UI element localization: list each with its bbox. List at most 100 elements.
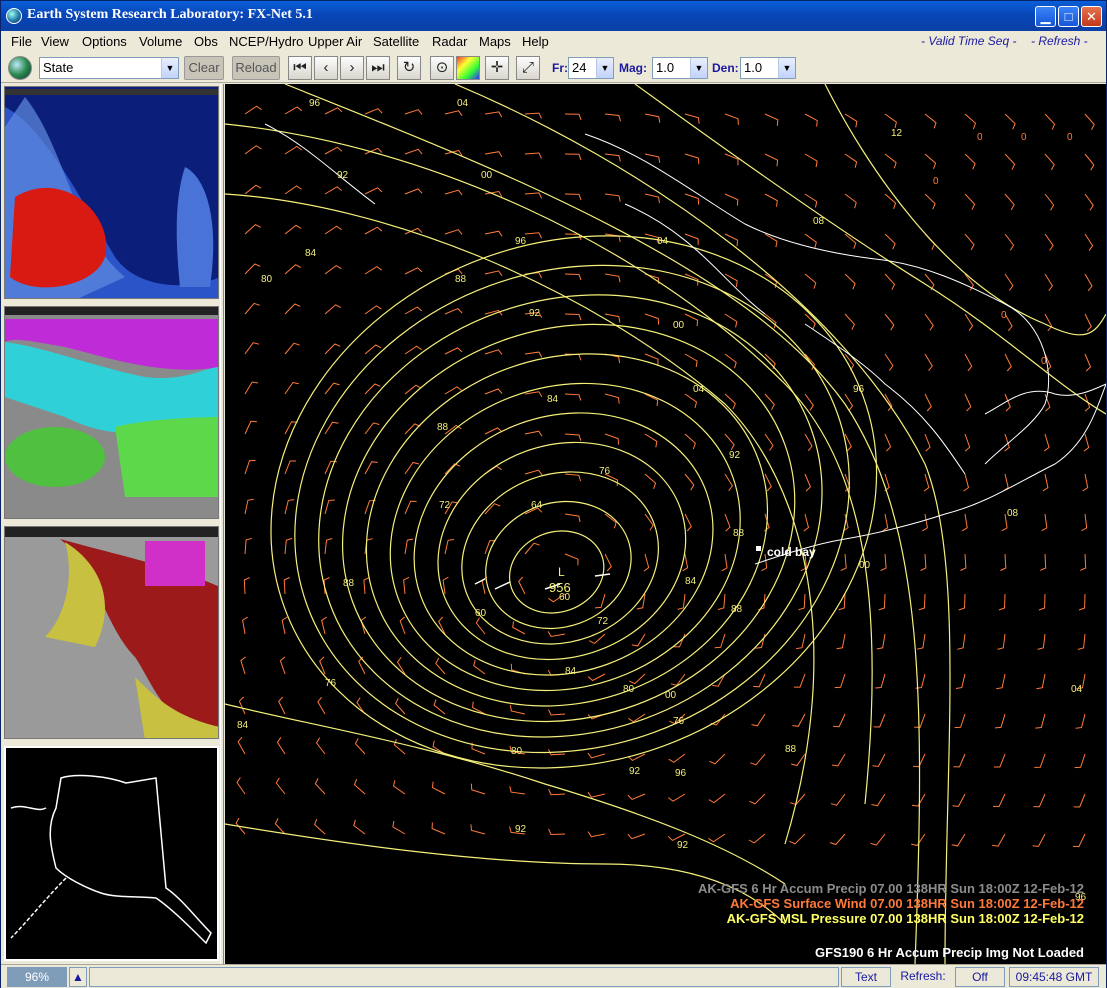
contour-label: 72 [597,616,609,627]
menu-help[interactable]: Help [522,34,549,49]
maximize-button[interactable]: □ [1058,6,1079,27]
menu-volume[interactable]: Volume [139,34,182,49]
thumbnail-surface-wind[interactable] [4,86,219,299]
wind-barb [444,308,463,315]
wind-barb [524,351,543,358]
contour-label: 04 [457,98,469,109]
den-select[interactable]: 1.0 ▼ [740,57,796,79]
menu-view[interactable]: View [41,34,69,49]
contour-label: 88 [733,528,745,539]
menu-radar[interactable]: Radar [432,34,467,49]
contour-label: 04 [1071,684,1083,695]
wind-barb [880,553,887,572]
loop-icon[interactable]: ↻ [397,56,421,80]
wind-barb [884,353,894,371]
menu-satellite[interactable]: Satellite [373,34,419,49]
text-button[interactable]: Text [841,967,891,987]
valid-time-seq-menu[interactable]: - Valid Time Seq - [921,34,1016,48]
zoom-stepper-icon[interactable]: ▲ [69,967,87,987]
wind-barb [644,273,660,284]
menu-ncep-hydro[interactable]: NCEP/Hydro [229,34,303,49]
wind-barb [356,697,366,715]
minimize-button[interactable]: ▁ [1035,6,1056,27]
contour-label: 64 [531,500,543,511]
stop-icon[interactable]: ⊙ [430,56,454,80]
contour-label: 76 [673,716,685,727]
wind-barb [684,153,700,165]
contour-label: 88 [343,578,355,589]
wind-barb [961,513,968,532]
panel-splitter[interactable] [220,84,224,964]
wind-barb [364,461,378,475]
wind-barb [564,313,582,321]
contour-label: 00 [859,560,871,571]
wind-barb [244,302,260,315]
wind-barb [244,145,262,155]
app-globe-icon[interactable] [6,8,22,24]
menu-file[interactable]: File [11,34,32,49]
zoom-indicator: 96% [7,967,67,987]
frame-count-select[interactable]: 24 ▼ [568,57,614,79]
wind-barb [1004,193,1015,211]
chevron-down-icon[interactable]: ▼ [778,58,795,78]
wind-barb [750,753,766,766]
zoom-icon[interactable]: ⤢ [516,56,540,80]
wind-barb [803,513,810,532]
thumbnail-satellite-image [5,527,218,738]
wind-barb [353,819,366,835]
menu-upper-air[interactable]: Upper Air [308,34,362,49]
wind-barb [1081,513,1088,532]
wind-barb [564,113,582,121]
refresh-toggle[interactable]: Off [955,967,1005,987]
wind-barb [834,673,846,689]
chevron-down-icon[interactable]: ▼ [596,58,613,78]
scale-select[interactable]: State ▼ [39,57,179,79]
station-marker [756,546,761,551]
next-frame-icon[interactable]: › [340,56,364,80]
clear-button[interactable]: Clear [184,56,224,80]
wind-barb [444,347,463,355]
chevron-down-icon[interactable]: ▼ [690,58,707,78]
globe-icon[interactable] [8,56,32,80]
refresh-menu[interactable]: - Refresh - [1031,34,1088,48]
wind-barb [724,433,735,451]
menu-options[interactable]: Options [82,34,127,49]
wind-barb [749,793,766,805]
contour-label: 0 [977,132,983,143]
mag-select[interactable]: 1.0 ▼ [652,57,708,79]
mag-label: Mag: [619,61,647,75]
main-map-view[interactable]: 96 04 12 92 00 08 96 04 84 80 88 92 00 96 04 84 88 92 76 72… [225,84,1106,964]
wind-barb [547,631,566,638]
title-bar[interactable]: Earth System Research Laboratory: FX-Net… [1,1,1106,31]
thumbnail-alaska-map[interactable] [4,746,219,961]
wind-barb [992,833,1006,847]
close-button[interactable]: ✕ [1081,6,1102,27]
wind-barb [1084,153,1095,171]
menu-maps[interactable]: Maps [479,34,511,49]
wind-barb [548,828,566,836]
wind-barb [964,313,974,331]
wind-barb [911,793,926,807]
thumbnail-satellite[interactable] [4,526,219,739]
isobar [634,84,1106,415]
crosshair-icon[interactable]: ✛ [485,56,509,80]
wind-barb [404,188,423,195]
wind-barb [587,752,606,759]
prev-frame-icon[interactable]: ‹ [314,56,338,80]
wind-barb [964,153,976,170]
wind-barb [604,433,619,445]
color-table-icon[interactable] [456,56,480,80]
contour-label: 12 [891,128,903,139]
thumbnail-height-temperature[interactable] [4,306,219,519]
station-label-cold-bay: cold bay [767,545,816,559]
wind-barb [951,833,966,847]
first-frame-icon[interactable]: ⏮ [288,56,312,80]
wind-barb [1044,153,1055,171]
menu-obs[interactable]: Obs [194,34,218,49]
last-frame-icon[interactable]: ⏭ [366,56,390,80]
contour-label: 80 [261,274,273,285]
wind-barb [876,633,886,650]
reload-button[interactable]: Reload [232,56,280,80]
isobar [225,703,786,885]
chevron-down-icon[interactable]: ▼ [161,58,178,78]
